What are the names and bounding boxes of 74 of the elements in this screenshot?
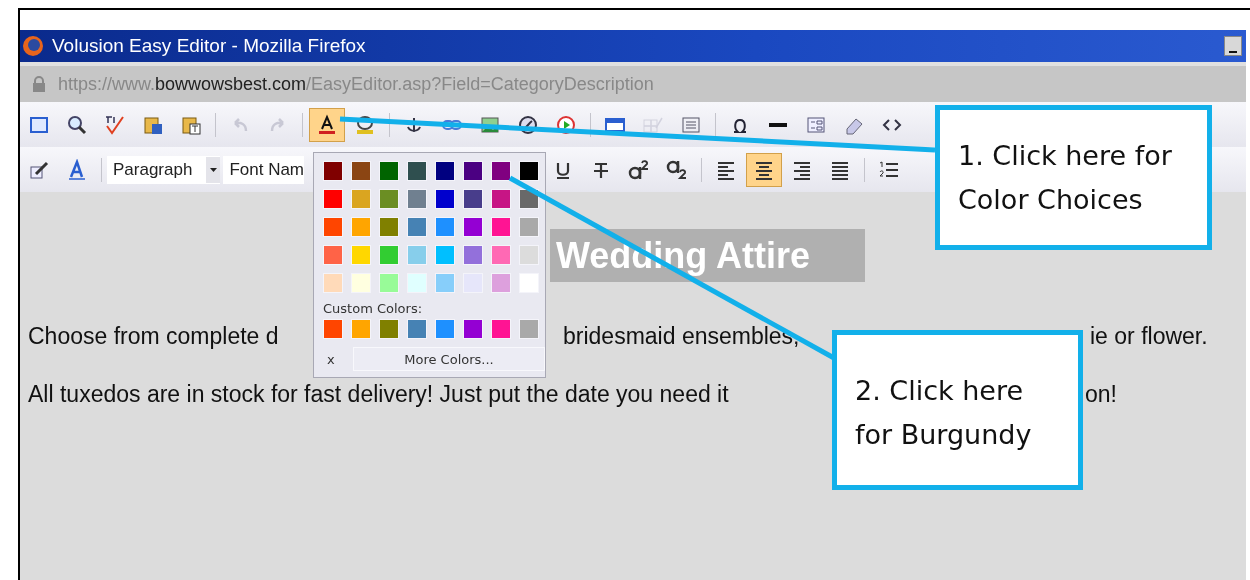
color-swatch[interactable]: [323, 189, 343, 209]
color-swatch[interactable]: [491, 319, 511, 339]
subscript-icon: [666, 158, 689, 181]
color-swatch[interactable]: [407, 319, 427, 339]
paragraph-text: Choose from complete d: [28, 322, 279, 349]
color-swatch[interactable]: [351, 189, 371, 209]
paragraph-text: All tuxedos are in stock for fast delivery! Just put the date you need it: [28, 380, 729, 407]
color-swatch[interactable]: [379, 245, 399, 265]
color-swatch[interactable]: [435, 319, 455, 339]
custom-colors-label: Custom Colors:: [323, 301, 424, 316]
toolbar-button[interactable]: [746, 152, 783, 187]
dropdown-field[interactable]: Paragraph: [107, 155, 221, 184]
superscript-icon: [628, 158, 651, 181]
color-swatch[interactable]: [323, 245, 343, 265]
color-swatch[interactable]: [351, 217, 371, 237]
address-bar[interactable]: https://www.bowwowsbest.com/EasyEditor.asp?Field=CategoryDescription: [20, 62, 1246, 102]
color-swatch[interactable]: [519, 161, 539, 181]
more-colors-button[interactable]: More Colors...: [353, 347, 545, 371]
window-title: Volusion Easy Editor - Mozilla Firefox: [52, 35, 366, 57]
letter-icon: [66, 158, 88, 181]
color-swatch[interactable]: [491, 161, 511, 181]
callout-text: for Burgundy: [855, 419, 1032, 450]
paragraph-text: on!: [1085, 380, 1117, 407]
lock-icon: [32, 76, 46, 92]
color-swatch[interactable]: [491, 217, 511, 237]
color-swatch[interactable]: [323, 319, 343, 339]
color-swatch[interactable]: [491, 273, 511, 293]
caret-icon: [209, 167, 217, 172]
color-swatch[interactable]: [407, 189, 427, 209]
color-swatch[interactable]: [435, 189, 455, 209]
color-swatch[interactable]: [463, 217, 483, 237]
color-swatch[interactable]: [323, 217, 343, 237]
color-swatch[interactable]: [519, 319, 539, 339]
color-swatch[interactable]: [407, 217, 427, 237]
callout-text: 1. Click here for: [958, 140, 1172, 171]
close-button[interactable]: x: [323, 351, 353, 367]
paragraph-text: ie or flower.: [1090, 322, 1208, 349]
color-swatch[interactable]: [463, 189, 483, 209]
color-swatch[interactable]: [519, 245, 539, 265]
color-swatch[interactable]: [435, 217, 455, 237]
color-swatch[interactable]: [463, 319, 483, 339]
color-swatch[interactable]: [435, 273, 455, 293]
highlighter-icon: [354, 113, 376, 136]
callout-text: 2. Click here: [855, 375, 1024, 406]
url-text: https://www.bowwowsbest.com/EasyEditor.asp?Field=CategoryDescription: [58, 73, 654, 95]
color-swatch[interactable]: [463, 161, 483, 181]
minimize-button[interactable]: [1224, 36, 1242, 56]
callout-text: Color Choices: [958, 184, 1143, 215]
paragraph-text: bridesmaid ensembles,: [563, 322, 800, 349]
color-swatch[interactable]: [435, 161, 455, 181]
spellcheck-icon: [104, 113, 126, 136]
color-swatch[interactable]: [351, 245, 371, 265]
color-swatch[interactable]: [351, 161, 371, 181]
font-color-icon: [316, 113, 338, 136]
color-swatch[interactable]: [491, 189, 511, 209]
color-swatch[interactable]: [351, 273, 371, 293]
color-swatch[interactable]: [519, 217, 539, 237]
color-swatch[interactable]: [491, 245, 511, 265]
color-swatch[interactable]: [379, 273, 399, 293]
color-swatch[interactable]: [379, 319, 399, 339]
color-swatch[interactable]: [435, 245, 455, 265]
magnifier-icon: [66, 113, 88, 136]
color-swatch[interactable]: [407, 245, 427, 265]
color-swatch[interactable]: [463, 245, 483, 265]
color-swatch[interactable]: [351, 319, 371, 339]
color-swatch[interactable]: [407, 161, 427, 181]
color-swatch[interactable]: [323, 161, 343, 181]
browser-logo-icon: [22, 35, 44, 57]
toolbar-button[interactable]: [309, 107, 345, 142]
dropdown-field[interactable]: Font Nam: [223, 155, 305, 184]
color-swatch[interactable]: [379, 161, 399, 181]
color-swatch[interactable]: [379, 189, 399, 209]
color-swatch[interactable]: [379, 217, 399, 237]
color-swatch[interactable]: [323, 273, 343, 293]
